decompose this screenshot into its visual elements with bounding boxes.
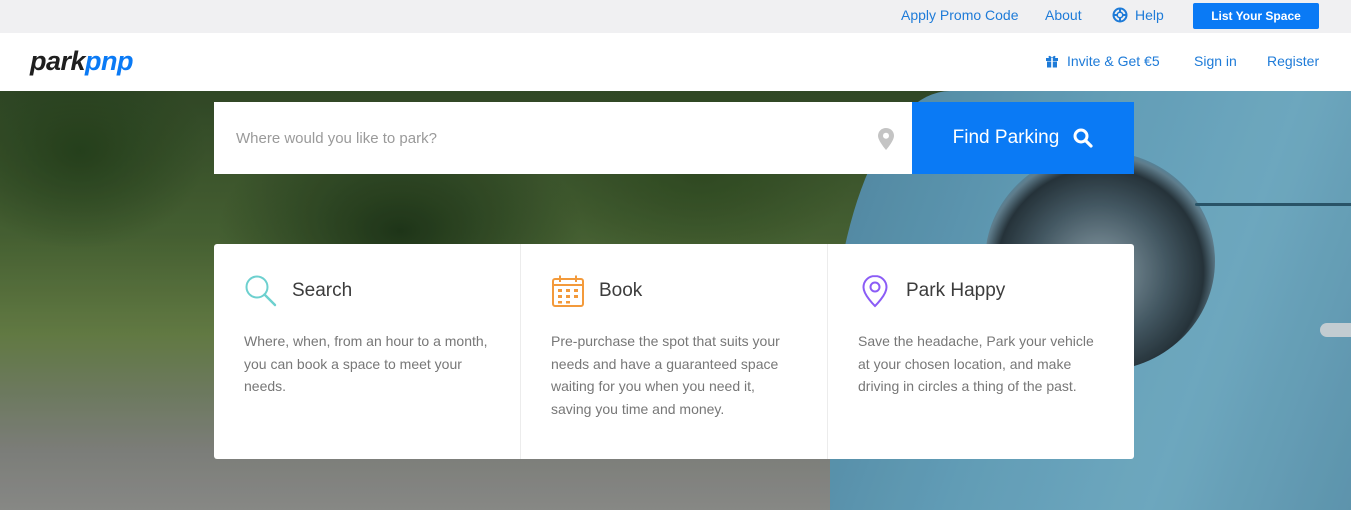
- about-link[interactable]: About: [1045, 7, 1082, 23]
- invite-label: Invite & Get €5: [1067, 53, 1160, 69]
- search-bar: [214, 102, 912, 174]
- feature-title: Park Happy: [906, 280, 1006, 301]
- feature-book: Book Pre-purchase the spot that suits yo…: [520, 244, 827, 459]
- top-utility-bar: Apply Promo Code About Help List Your Sp…: [0, 0, 1351, 33]
- main-header: parkpnp Invite & Get €5 Sign in Register: [0, 33, 1351, 91]
- find-parking-label: Find Parking: [952, 127, 1060, 148]
- location-pin-icon: [862, 274, 888, 308]
- invite-link[interactable]: Invite & Get €5: [1045, 53, 1160, 69]
- search-icon: [1073, 128, 1093, 148]
- calendar-icon: [552, 275, 584, 307]
- gift-icon: [1046, 55, 1058, 68]
- lifebuoy-icon: [1112, 7, 1128, 23]
- location-search-input[interactable]: [214, 102, 864, 174]
- sign-in-link[interactable]: Sign in: [1194, 53, 1237, 69]
- features-panel: Search Where, when, from an hour to a mo…: [214, 244, 1134, 459]
- feature-description: Pre-purchase the spot that suits your ne…: [551, 333, 780, 417]
- help-label: Help: [1135, 7, 1164, 23]
- list-your-space-button[interactable]: List Your Space: [1193, 3, 1319, 29]
- feature-park-happy: Park Happy Save the headache, Park your …: [827, 244, 1134, 459]
- feature-description: Where, when, from an hour to a month, yo…: [244, 333, 488, 394]
- find-parking-button[interactable]: Find Parking: [912, 102, 1134, 174]
- map-pin-icon: [878, 128, 894, 150]
- feature-title: Book: [599, 280, 643, 301]
- apply-promo-code-link[interactable]: Apply Promo Code: [901, 7, 1019, 23]
- feature-title: Search: [292, 280, 353, 301]
- feature-search: Search Where, when, from an hour to a mo…: [214, 244, 520, 459]
- feature-description: Save the headache, Park your vehicle at …: [858, 333, 1094, 394]
- help-link[interactable]: Help: [1112, 7, 1164, 23]
- hero-section: Find Parking Search Where, when, from an…: [0, 91, 1351, 510]
- register-link[interactable]: Register: [1267, 53, 1319, 69]
- parkpnp-logo[interactable]: parkpnp: [30, 46, 134, 77]
- magnifier-icon: [245, 275, 277, 307]
